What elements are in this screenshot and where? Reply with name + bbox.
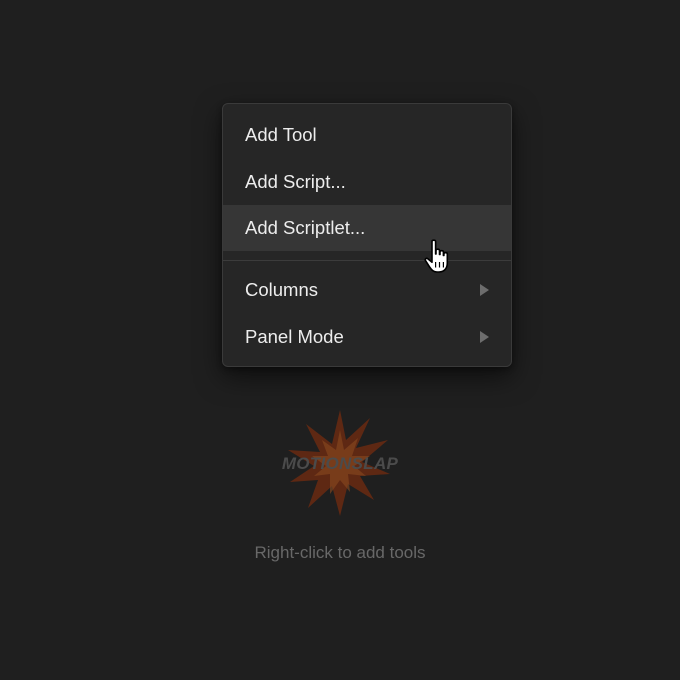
menu-item-label: Add Tool xyxy=(245,124,317,145)
menu-separator xyxy=(223,260,511,261)
menu-item-columns[interactable]: Columns xyxy=(223,267,511,313)
chevron-right-icon xyxy=(480,284,489,296)
menu-item-add-scriptlet[interactable]: Add Scriptlet... xyxy=(223,205,511,251)
menu-item-panel-mode[interactable]: Panel Mode xyxy=(223,314,511,360)
chevron-right-icon xyxy=(480,331,489,343)
menu-item-label: Columns xyxy=(245,279,318,300)
motionslap-logo: MOTIONSLAP xyxy=(262,410,418,522)
empty-panel-hint: Right-click to add tools xyxy=(254,543,426,562)
menu-item-label: Panel Mode xyxy=(245,326,344,347)
menu-item-label: Add Script... xyxy=(245,171,346,192)
menu-item-label: Add Scriptlet... xyxy=(245,217,366,238)
menu-item-add-tool[interactable]: Add Tool xyxy=(223,112,511,158)
menu-item-add-script[interactable]: Add Script... xyxy=(223,159,511,205)
logo-wordmark: MOTIONSLAP xyxy=(281,454,399,473)
tool-panel[interactable]: Add Tool Add Script... Add Scriptlet... … xyxy=(0,0,680,680)
hand-pointer-icon xyxy=(424,239,449,273)
context-menu: Add Tool Add Script... Add Scriptlet... … xyxy=(222,103,512,367)
